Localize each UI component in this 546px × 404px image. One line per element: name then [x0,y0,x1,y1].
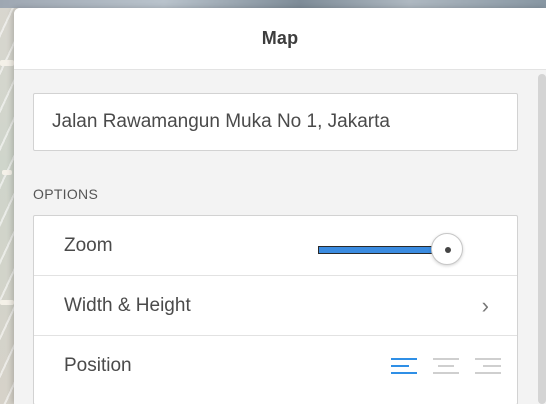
map-road [2,170,12,175]
panel-header: Map [14,8,546,70]
zoom-row: Zoom [34,216,517,276]
position-label: Position [64,355,132,376]
zoom-slider-handle[interactable] [431,233,463,265]
options-section-label: OPTIONS [33,186,99,202]
align-right-icon[interactable] [475,355,501,377]
options-card: Zoom Width & Height › Position [33,215,518,404]
zoom-label: Zoom [64,234,113,256]
map-top-strip [0,0,546,8]
chevron-right-icon: › [481,292,489,318]
panel-title: Map [261,28,299,48]
address-input[interactable]: Jalan Rawamangun Muka No 1, Jakarta [33,93,518,151]
width-height-row[interactable]: Width & Height › [34,276,517,336]
align-center-icon[interactable] [433,355,459,377]
alignment-group [391,355,501,377]
zoom-slider[interactable] [318,233,463,265]
scrollbar[interactable] [538,74,546,404]
position-row: Position [34,336,517,396]
zoom-slider-fill [318,246,447,254]
width-height-label: Width & Height [64,294,191,316]
map-road [0,300,14,305]
align-left-icon[interactable] [391,355,417,377]
map-road [0,60,14,66]
